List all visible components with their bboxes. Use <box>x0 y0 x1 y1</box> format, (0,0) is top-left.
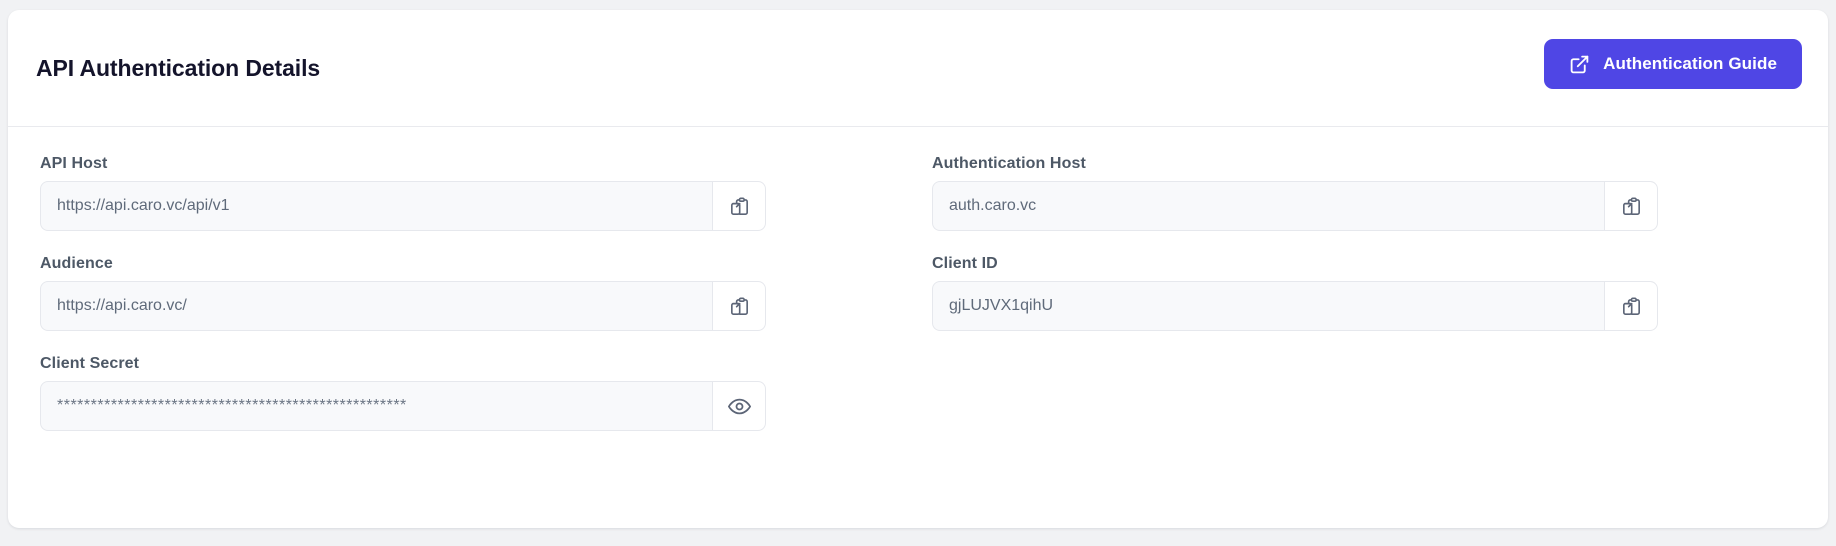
authentication-guide-label: Authentication Guide <box>1603 54 1777 73</box>
field-client-secret: Client Secret <box>40 355 766 431</box>
authentication-host-input[interactable] <box>932 181 1604 231</box>
label-audience: Audience <box>40 255 113 272</box>
copy-icon <box>728 195 751 218</box>
copy-client-id-button[interactable] <box>1604 281 1658 331</box>
toggle-client-secret-visibility-button[interactable] <box>712 381 766 431</box>
input-group-client-id <box>932 281 1658 331</box>
copy-icon <box>1620 295 1643 318</box>
card-body: API Host https://api.caro.vc/api/v1 Auth… <box>8 127 1828 431</box>
copy-icon <box>1620 195 1643 218</box>
audience-input[interactable] <box>40 281 712 331</box>
field-authentication-host: Authentication Host <box>932 155 1658 231</box>
api-authentication-card: API Authentication Details Authenticatio… <box>8 10 1828 528</box>
copy-audience-button[interactable] <box>712 281 766 331</box>
card-header: API Authentication Details Authenticatio… <box>8 10 1828 127</box>
copy-api-host-button[interactable] <box>712 181 766 231</box>
label-client-id: Client ID <box>932 255 998 272</box>
input-group-authentication-host <box>932 181 1658 231</box>
label-api-host: API Host <box>40 155 108 172</box>
eye-icon <box>727 394 752 419</box>
external-link-icon <box>1569 54 1590 75</box>
field-audience: Audience <box>40 255 766 331</box>
input-group-audience <box>40 281 766 331</box>
input-group-client-secret <box>40 381 766 431</box>
client-id-input[interactable] <box>932 281 1604 331</box>
field-client-id: Client ID <box>932 255 1658 331</box>
label-authentication-host: Authentication Host <box>932 155 1086 172</box>
input-group-api-host <box>40 181 766 231</box>
page-title: API Authentication Details <box>36 55 321 81</box>
copy-authentication-host-button[interactable] <box>1604 181 1658 231</box>
authentication-guide-button[interactable]: Authentication Guide <box>1544 39 1802 89</box>
client-secret-input[interactable] <box>40 381 712 431</box>
copy-icon <box>728 295 751 318</box>
field-api-host: API Host <box>40 155 766 231</box>
fields-grid: API Host https://api.caro.vc/api/v1 Auth… <box>40 155 1796 431</box>
label-client-secret: Client Secret <box>40 355 140 372</box>
api-host-input[interactable] <box>40 181 712 231</box>
